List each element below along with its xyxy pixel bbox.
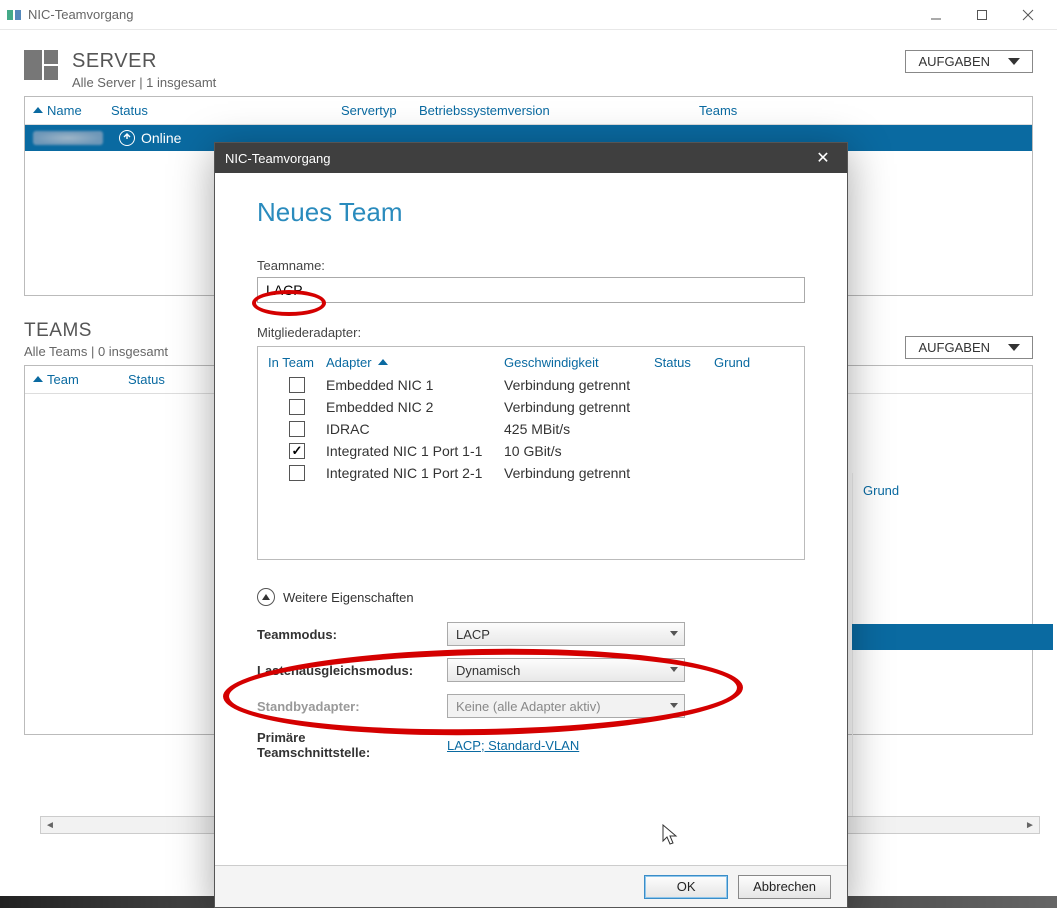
cancel-button[interactable]: Abbrechen	[738, 875, 831, 899]
loadbalance-label: Lastenausgleichsmodus:	[257, 663, 447, 678]
member-row[interactable]: Integrated NIC 1 Port 2-1Verbindung getr…	[258, 462, 804, 484]
member-checkbox[interactable]	[289, 465, 305, 481]
teammode-combo[interactable]: LACP	[447, 622, 685, 646]
servers-subtitle: Alle Server | 1 insgesamt	[72, 75, 216, 90]
col-status[interactable]: Status	[111, 103, 341, 118]
member-speed: 425 MBit/s	[504, 421, 654, 437]
col-speed[interactable]: Geschwindigkeit	[504, 355, 654, 370]
member-speed: 10 GBit/s	[504, 443, 654, 459]
adapters-side-panel: Grund	[852, 473, 1032, 833]
collapse-up-icon	[257, 588, 275, 606]
primary-interface-row: PrimäreTeamschnittstelle: LACP; Standard…	[257, 724, 805, 766]
servers-header: SERVER Alle Server | 1 insgesamt AUFGABE…	[24, 50, 1033, 90]
standby-row: Standbyadapter: Keine (alle Adapter akti…	[257, 688, 805, 724]
maximize-button[interactable]	[959, 0, 1005, 30]
col-teams[interactable]: Teams	[699, 103, 799, 118]
member-adapter: Integrated NIC 1 Port 1-1	[326, 443, 504, 459]
col-status[interactable]: Status	[654, 355, 714, 370]
servers-tasks-button[interactable]: AUFGABEN	[905, 50, 1033, 73]
teammode-row: Teammodus: LACP	[257, 616, 805, 652]
chevron-down-icon	[1008, 344, 1020, 351]
close-button[interactable]	[1005, 0, 1051, 30]
member-speed: Verbindung getrennt	[504, 377, 654, 393]
window-controls	[913, 0, 1051, 30]
members-label: Mitgliederadapter:	[257, 325, 805, 340]
col-name[interactable]: Name	[33, 103, 111, 118]
member-adapter: Embedded NIC 1	[326, 377, 504, 393]
tasks-label: AUFGABEN	[918, 54, 990, 69]
dialog-title: NIC-Teamvorgang	[225, 151, 331, 166]
member-row[interactable]: Embedded NIC 1Verbindung getrennt	[258, 374, 804, 396]
teamname-label: Teamname:	[257, 258, 805, 273]
primary-interface-link[interactable]: LACP; Standard-VLAN	[447, 738, 579, 753]
member-checkbox[interactable]	[289, 377, 305, 393]
ok-button[interactable]: OK	[644, 875, 728, 899]
dialog-close-button[interactable]: ✕	[809, 148, 837, 168]
servers-title: SERVER	[72, 50, 216, 73]
member-checkbox[interactable]	[289, 421, 305, 437]
expander-label: Weitere Eigenschaften	[283, 590, 414, 605]
member-speed: Verbindung getrennt	[504, 465, 654, 481]
adapters-selected-row[interactable]	[852, 624, 1053, 650]
primary-interface-label: PrimäreTeamschnittstelle:	[257, 730, 447, 760]
col-inteam[interactable]: In Team	[268, 355, 326, 370]
standby-combo: Keine (alle Adapter aktiv)	[447, 694, 685, 718]
teammode-label: Teammodus:	[257, 627, 447, 642]
chevron-down-icon	[670, 667, 678, 672]
member-columns: In Team Adapter Geschwindigkeit Status G…	[258, 347, 804, 374]
minimize-button[interactable]	[913, 0, 959, 30]
member-adapter: Embedded NIC 2	[326, 399, 504, 415]
member-checkbox[interactable]	[289, 443, 305, 459]
teams-tasks-button[interactable]: AUFGABEN	[905, 336, 1033, 359]
more-properties-expander[interactable]: Weitere Eigenschaften	[257, 588, 805, 606]
member-row[interactable]: Embedded NIC 2Verbindung getrennt	[258, 396, 804, 418]
new-team-dialog: NIC-Teamvorgang ✕ Neues Team Teamname: M…	[214, 142, 848, 908]
teamname-input[interactable]	[257, 277, 805, 303]
adapters-reason-col[interactable]: Grund	[853, 473, 1032, 508]
loadbalance-combo[interactable]: Dynamisch	[447, 658, 685, 682]
loadbalance-row: Lastenausgleichsmodus: Dynamisch	[257, 652, 805, 688]
member-adapters-grid: In Team Adapter Geschwindigkeit Status G…	[257, 346, 805, 560]
server-icon	[24, 50, 60, 82]
window-title: NIC-Teamvorgang	[28, 7, 913, 22]
col-team[interactable]: Team	[33, 372, 128, 387]
titlebar: NIC-Teamvorgang	[0, 0, 1057, 30]
sort-asc-icon	[33, 107, 43, 113]
servers-columns: Name Status Servertyp Betriebssystemvers…	[25, 97, 1032, 125]
scroll-right-icon[interactable]: ►	[1021, 817, 1039, 833]
server-status: Online	[141, 130, 181, 146]
member-adapter: IDRAC	[326, 421, 504, 437]
dialog-titlebar: NIC-Teamvorgang ✕	[215, 143, 847, 173]
col-os[interactable]: Betriebssystemversion	[419, 103, 699, 118]
chevron-down-icon	[1008, 58, 1020, 65]
dialog-heading: Neues Team	[257, 197, 805, 228]
member-row[interactable]: IDRAC425 MBit/s	[258, 418, 804, 440]
col-adapter[interactable]: Adapter	[326, 355, 504, 370]
member-adapter: Integrated NIC 1 Port 2-1	[326, 465, 504, 481]
sort-asc-icon	[33, 376, 43, 382]
chevron-down-icon	[670, 631, 678, 636]
sort-asc-icon	[378, 359, 388, 365]
chevron-down-icon	[670, 703, 678, 708]
member-checkbox[interactable]	[289, 399, 305, 415]
server-name-redacted	[33, 131, 103, 145]
member-row[interactable]: Integrated NIC 1 Port 1-110 GBit/s	[258, 440, 804, 462]
dialog-footer: OK Abbrechen	[215, 865, 847, 907]
app-icon	[6, 7, 22, 23]
standby-label: Standbyadapter:	[257, 699, 447, 714]
teams-subtitle: Alle Teams | 0 insgesamt	[24, 344, 168, 359]
tasks-label: AUFGABEN	[918, 340, 990, 355]
col-servertype[interactable]: Servertyp	[341, 103, 419, 118]
teams-title: TEAMS	[24, 320, 168, 342]
scroll-left-icon[interactable]: ◄	[41, 817, 59, 833]
properties-table: Teammodus: LACP Lastenausgleichsmodus: D…	[257, 616, 805, 766]
mouse-cursor-icon	[662, 824, 680, 851]
member-speed: Verbindung getrennt	[504, 399, 654, 415]
status-online-icon	[119, 130, 135, 146]
col-reason[interactable]: Grund	[714, 355, 774, 370]
